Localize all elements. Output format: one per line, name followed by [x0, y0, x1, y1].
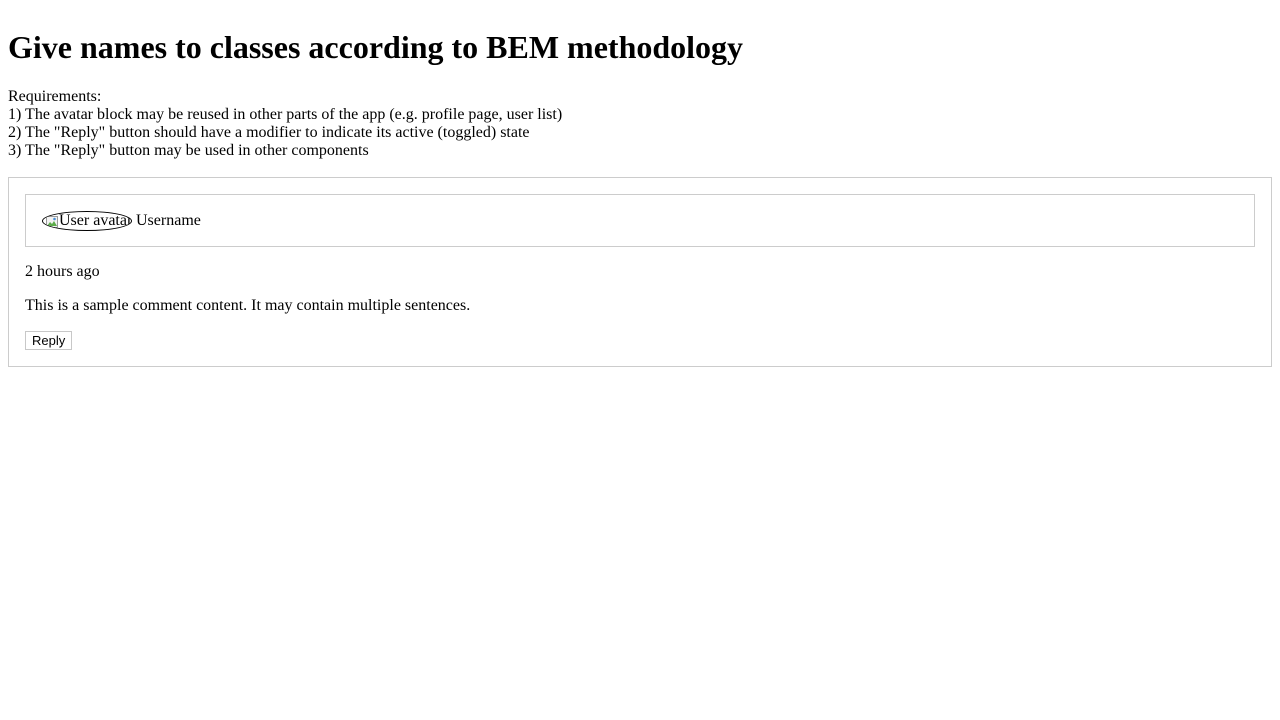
- avatar-alt-text: User avatar: [59, 211, 132, 229]
- reply-button[interactable]: Reply: [25, 331, 73, 350]
- requirement-item: 2) The "Reply" button should have a modi…: [8, 124, 530, 141]
- page: Give names to classes according to BEM m…: [0, 0, 1280, 367]
- requirements: Requirements: 1) The avatar block may be…: [8, 88, 1272, 160]
- comment-header: User avatar Username: [25, 194, 1255, 247]
- page-title: Give names to classes according to BEM m…: [8, 29, 744, 65]
- comment-time: 2 hours ago: [25, 263, 100, 280]
- requirement-item: 3) The "Reply" button may be used in oth…: [8, 142, 369, 159]
- avatar: User avatar Username: [42, 210, 201, 231]
- requirement-item: 1) The avatar block may be reused in oth…: [8, 106, 563, 123]
- broken-image-icon: [46, 215, 58, 228]
- avatar-image: User avatar: [42, 210, 132, 231]
- username: Username: [136, 211, 201, 229]
- requirements-heading: Requirements:: [8, 88, 102, 105]
- comment: User avatar Username 2 hours ago This is…: [8, 177, 1272, 367]
- comment-text: This is a sample comment content. It may…: [25, 297, 471, 314]
